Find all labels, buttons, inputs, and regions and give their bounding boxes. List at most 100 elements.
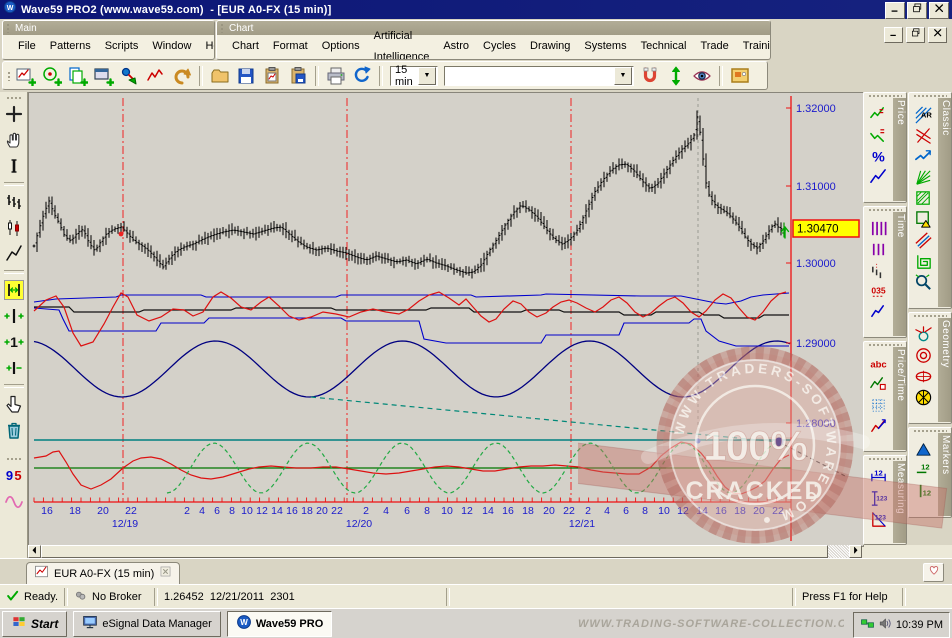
restore-button[interactable] (907, 2, 927, 19)
undo-arrow-button[interactable] (170, 64, 194, 88)
pointer-hand-tool[interactable] (2, 392, 26, 416)
toolbar-gripper[interactable] (7, 71, 12, 81)
ohlc-tool[interactable] (2, 190, 26, 214)
menu-chart[interactable]: Chart (225, 36, 266, 57)
classic-x-tool[interactable] (912, 125, 936, 146)
menu-file[interactable]: File (11, 36, 43, 57)
mark-tri-tool[interactable] (912, 439, 936, 460)
zigzag-tool-button[interactable] (144, 64, 168, 88)
mdi-restore-button[interactable] (906, 27, 925, 43)
network-icon[interactable] (860, 616, 875, 634)
geo-orbit-tool[interactable] (912, 324, 936, 345)
chevron-down-icon[interactable]: ▼ (614, 67, 632, 85)
toolbar-gripper[interactable] (6, 96, 22, 100)
v-scale-button[interactable] (664, 64, 688, 88)
grid-blue-tool[interactable] (867, 395, 891, 416)
speaker-icon[interactable] (878, 616, 893, 634)
time-bars4-tool[interactable] (867, 218, 891, 239)
symbol-combo[interactable]: ▼ (444, 66, 634, 86)
time-bars3-tool[interactable] (867, 239, 891, 260)
ibeam-tool[interactable] (2, 154, 26, 178)
favorites-button[interactable] (923, 563, 944, 582)
time-step-tool[interactable] (867, 260, 891, 281)
timeframe-select[interactable]: 15 min▼ (390, 66, 438, 86)
meas-v-tool[interactable]: 123 (867, 488, 891, 509)
menu-format[interactable]: Format (266, 36, 315, 57)
one-bar-tool[interactable]: 1 (2, 330, 26, 354)
taskbar-app-esignal[interactable]: eSignal Data Manager (73, 611, 220, 637)
menu-artificial-intelligence[interactable]: Artificial Intelligence (367, 26, 437, 61)
mark-vert-tool[interactable]: 12 (912, 481, 936, 502)
scroll-right-button[interactable] (849, 545, 862, 558)
menu-training[interactable]: Training (736, 36, 771, 57)
page-plus-button[interactable] (66, 64, 90, 88)
taskbar-app-wave59[interactable]: WWave59 PRO (227, 611, 332, 637)
insert-bar-tool[interactable] (2, 356, 26, 380)
classic-hatch-tool[interactable] (912, 188, 936, 209)
window-plus-button[interactable] (92, 64, 116, 88)
crosshair-tool[interactable] (2, 102, 26, 126)
candles-tool[interactable] (2, 216, 26, 240)
expand-tool[interactable] (2, 278, 26, 302)
digits-95-tool[interactable]: 95 (2, 463, 26, 487)
menu-drawing[interactable]: Drawing (523, 36, 577, 57)
line-tool-tool[interactable] (2, 242, 26, 266)
refresh-button[interactable] (350, 64, 374, 88)
start-button[interactable]: Start (2, 611, 67, 637)
classic-ar-tool[interactable]: AR (912, 104, 936, 125)
zz-green-tool[interactable] (867, 104, 891, 125)
scrollbar-track[interactable] (828, 545, 849, 558)
zz-square-tool[interactable] (867, 374, 891, 395)
trash-tool[interactable] (2, 418, 26, 442)
paste-chart-button[interactable] (260, 64, 284, 88)
toolbar-gripper[interactable] (6, 457, 22, 461)
geo-wheel-tool[interactable] (912, 387, 936, 408)
minimize-button[interactable] (885, 2, 905, 19)
paste-save-button[interactable] (286, 64, 310, 88)
tab-close-icon[interactable] (159, 565, 172, 583)
close-button[interactable] (929, 2, 949, 19)
menu-patterns[interactable]: Patterns (43, 36, 98, 57)
scrollbar-thumb[interactable] (41, 545, 828, 558)
menu-cycles[interactable]: Cycles (476, 36, 523, 57)
mark-lvl-tool[interactable]: 12 (912, 460, 936, 481)
chart-plus-button[interactable] (14, 64, 38, 88)
classic-arrows-tool[interactable] (912, 146, 936, 167)
menu-help[interactable]: Help (198, 36, 215, 57)
classic-search-tool[interactable] (912, 272, 936, 293)
time-035-tool[interactable]: 035 (867, 281, 891, 302)
mdi-minimize-button[interactable] (884, 27, 903, 43)
menu-options[interactable]: Options (315, 36, 367, 57)
zz-blue-tool[interactable] (867, 167, 891, 188)
print-button[interactable] (324, 64, 348, 88)
classic-spiral-tool[interactable] (912, 251, 936, 272)
zz-green2-tool[interactable] (867, 125, 891, 146)
meas-h-tool[interactable]: 12 (867, 467, 891, 488)
pin-tool-button[interactable] (118, 64, 142, 88)
astro-plus-button[interactable] (40, 64, 64, 88)
chart-canvas[interactable]: 1.320001.310001.300001.290001.280001.304… (29, 93, 863, 546)
abc-red-tool[interactable]: abc (867, 353, 891, 374)
wave-tool-tool[interactable] (2, 489, 26, 513)
pan-hand-tool[interactable] (2, 128, 26, 152)
classic-par-tool[interactable] (912, 230, 936, 251)
menu-systems[interactable]: Systems (577, 36, 633, 57)
magnet-button[interactable] (638, 64, 662, 88)
chevron-down-icon[interactable]: ▼ (418, 67, 436, 85)
grow-bar-tool[interactable] (2, 304, 26, 328)
classic-fan-tool[interactable] (912, 167, 936, 188)
horizontal-scrollbar[interactable] (28, 545, 862, 558)
percent-tool[interactable]: % (867, 146, 891, 167)
classic-sqtri-tool[interactable] (912, 209, 936, 230)
folder-button[interactable] (208, 64, 232, 88)
geo-ellipse-tool[interactable] (912, 366, 936, 387)
geo-circles-tool[interactable] (912, 345, 936, 366)
save-button[interactable] (234, 64, 258, 88)
meas-tri-tool[interactable]: 123 (867, 509, 891, 530)
menu-scripts[interactable]: Scripts (98, 36, 146, 57)
menu-window[interactable]: Window (145, 36, 198, 57)
menu-technical[interactable]: Technical (634, 36, 694, 57)
tab-eur-a0-fx[interactable]: EUR A0-FX (15 min) (26, 562, 180, 585)
eye-button[interactable] (690, 64, 714, 88)
menu-trade[interactable]: Trade (693, 36, 735, 57)
